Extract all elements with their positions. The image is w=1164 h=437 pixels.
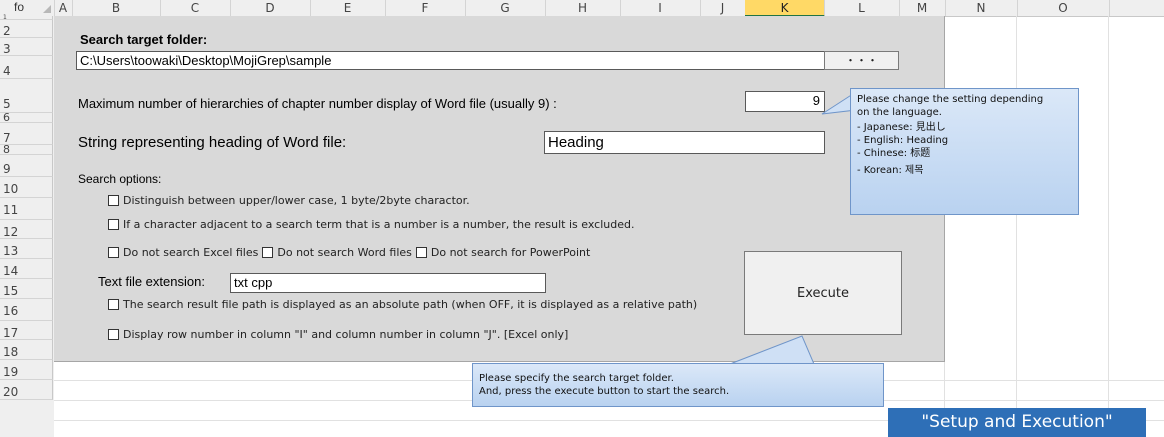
column-header-n[interactable]: N xyxy=(945,0,1018,16)
column-header-h[interactable]: H xyxy=(545,0,621,16)
row-header-3[interactable]: 3 xyxy=(0,38,53,56)
row-header-4[interactable]: 4 xyxy=(0,56,53,79)
option-case-sensitive[interactable]: Distinguish between upper/lower case, 1 … xyxy=(108,194,470,207)
row-header-2[interactable]: 2 xyxy=(0,20,53,38)
option-file-type-row: Do not search Excel files Do not search … xyxy=(108,246,590,259)
gridline xyxy=(1016,16,1017,437)
heading-string-input[interactable]: Heading xyxy=(544,131,825,154)
execute-callout: Please specify the search target folder.… xyxy=(472,363,884,407)
checkbox-icon[interactable] xyxy=(108,219,119,230)
option-exclude-adjacent-number[interactable]: If a character adjacent to a search term… xyxy=(108,218,634,231)
option-no-ppt-label: Do not search for PowerPoint xyxy=(430,246,591,259)
section-title-tag: "Setup and Execution" xyxy=(888,408,1146,437)
column-header-c[interactable]: C xyxy=(160,0,231,16)
column-header-o[interactable]: O xyxy=(1017,0,1110,16)
row-header-bar: 1 2 3 4 5 6 7 8 9 10 11 12 13 14 15 16 1… xyxy=(0,15,54,437)
callout-text-line: And, press the execute button to start t… xyxy=(479,386,730,397)
checkbox-icon[interactable] xyxy=(108,195,119,206)
row-header-20[interactable]: 20 xyxy=(0,380,53,400)
option-absolute-path[interactable]: The search result file path is displayed… xyxy=(108,298,697,311)
callout-korean: - Korean: 제목 xyxy=(857,165,924,176)
corner-triangle-icon xyxy=(43,5,51,13)
row-header-19[interactable]: 19 xyxy=(0,360,53,380)
heading-string-label: String representing heading of Word file… xyxy=(78,134,347,151)
search-options-label: Search options: xyxy=(78,172,162,186)
execute-button[interactable]: Execute xyxy=(744,251,902,335)
callout-text-line: Please specify the search target folder. xyxy=(479,373,674,384)
row-header-12[interactable]: 12 xyxy=(0,220,53,239)
column-header-b[interactable]: B xyxy=(72,0,161,16)
gridline xyxy=(1108,16,1109,437)
row-header-7[interactable]: 7 xyxy=(0,123,53,145)
row-header-17[interactable]: 17 xyxy=(0,321,53,340)
callout-chinese: - Chinese: 标题 xyxy=(857,148,931,159)
row-header-15[interactable]: 15 xyxy=(0,279,53,299)
search-folder-label: Search target folder: xyxy=(80,32,208,47)
option-absolute-path-label: The search result file path is displayed… xyxy=(123,298,698,311)
checkbox-icon[interactable] xyxy=(108,299,119,310)
checkbox-icon[interactable] xyxy=(415,247,427,258)
column-header-j[interactable]: J xyxy=(700,0,746,16)
column-header-f[interactable]: F xyxy=(385,0,466,16)
column-header-m[interactable]: M xyxy=(899,0,946,16)
row-header-13[interactable]: 13 xyxy=(0,239,53,259)
checkbox-icon[interactable] xyxy=(262,247,274,258)
row-header-14[interactable]: 14 xyxy=(0,259,53,279)
option-row-col-label: Display row number in column "I" and col… xyxy=(123,328,569,341)
column-header-k[interactable]: K xyxy=(745,0,825,17)
callout-text-line: Please change the setting depending xyxy=(857,94,1044,105)
truncated-cell-text: fo xyxy=(14,0,25,14)
checkbox-icon[interactable] xyxy=(108,247,119,258)
column-header-i[interactable]: I xyxy=(620,0,701,16)
callout-japanese: - Japanese: 見出し xyxy=(857,122,946,133)
row-header-6[interactable]: 6 xyxy=(0,112,53,123)
row-header-5[interactable]: 5 xyxy=(0,79,53,113)
option-no-word-label: Do not search Word files xyxy=(277,246,412,259)
row-header-16[interactable]: 16 xyxy=(0,299,53,321)
column-header-e[interactable]: E xyxy=(310,0,386,16)
browse-folder-button[interactable]: ・・・ xyxy=(824,51,899,70)
column-header-d[interactable]: D xyxy=(230,0,311,16)
max-hierarchy-label: Maximum number of hierarchies of chapter… xyxy=(78,96,557,111)
row-header-8[interactable]: 8 xyxy=(0,144,53,155)
option-no-excel-label: Do not search Excel files xyxy=(123,246,259,259)
language-callout: Please change the setting depending on t… xyxy=(850,88,1079,215)
select-all-corner[interactable] xyxy=(0,0,55,16)
callout-pointer xyxy=(729,335,815,365)
text-extension-label: Text file extension: xyxy=(98,274,205,289)
column-header-bar: A B C D E F G H I J K L M N O xyxy=(0,0,1164,17)
callout-text-line: on the language. xyxy=(857,107,942,118)
callout-english: - English: Heading xyxy=(857,135,949,146)
checkbox-icon[interactable] xyxy=(108,329,119,340)
option-exclude-adjacent-label: If a character adjacent to a search term… xyxy=(123,218,635,231)
spreadsheet: A B C D E F G H I J K L M N O fo 1 2 3 4… xyxy=(0,0,1164,437)
row-header-11[interactable]: 11 xyxy=(0,198,53,220)
option-case-sensitive-label: Distinguish between upper/lower case, 1 … xyxy=(123,194,470,207)
max-hierarchy-input[interactable]: 9 xyxy=(745,91,825,112)
search-folder-input[interactable]: C:\Users\toowaki\Desktop\MojiGrep\sample xyxy=(76,51,825,70)
option-row-col-number[interactable]: Display row number in column "I" and col… xyxy=(108,328,568,341)
row-header-10[interactable]: 10 xyxy=(0,177,53,198)
text-extension-input[interactable]: txt cpp xyxy=(230,273,546,293)
row-header-18[interactable]: 18 xyxy=(0,340,53,360)
column-header-g[interactable]: G xyxy=(465,0,546,16)
column-header-a[interactable]: A xyxy=(54,0,73,16)
row-header-9[interactable]: 9 xyxy=(0,155,53,177)
column-header-l[interactable]: L xyxy=(824,0,900,16)
